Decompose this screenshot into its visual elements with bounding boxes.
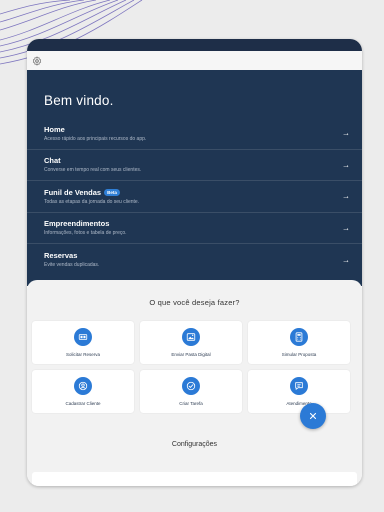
- actions-title: O que você deseja fazer?: [149, 298, 240, 307]
- menu-item-title: Funil de Vendas: [44, 187, 102, 197]
- close-icon: [309, 412, 317, 420]
- chat-icon: [290, 377, 308, 395]
- cadastrar-cliente-button[interactable]: Cadastrar Cliente: [32, 370, 134, 413]
- menu-item-title: Empreendimentos: [44, 219, 110, 229]
- card-label: Cadastrar Cliente: [65, 401, 101, 406]
- arrow-right-icon: →: [342, 255, 350, 265]
- config-title: Configurações: [171, 441, 218, 448]
- card-label: Solicitar Reserva: [65, 352, 100, 357]
- calculator-icon: [290, 328, 308, 346]
- menu-item-chat[interactable]: Chat Converse em tempo real com seus cli…: [27, 150, 362, 181]
- arrow-right-icon: →: [342, 191, 350, 201]
- menu-item-reservas[interactable]: Reservas Evite vendas duplicadas. →: [27, 244, 362, 276]
- simular-proposta-button[interactable]: Simular Proposta: [248, 321, 350, 364]
- actions-grid: Solicitar Reserva Enviar Pasta Digital S…: [27, 321, 362, 413]
- config-panel: [32, 472, 357, 486]
- welcome-panel: Bem vindo. Home Acesso rápido aos princi…: [27, 70, 362, 286]
- menu-item-description: Acesso rápido aos principais recursos do…: [44, 135, 147, 142]
- check-circle-icon: [182, 377, 200, 395]
- menu-item-description: Todas as etapas da jornada do seu client…: [44, 198, 140, 205]
- menu-item-title: Reservas: [44, 251, 78, 261]
- solicitar-reserva-button[interactable]: Solicitar Reserva: [32, 321, 134, 364]
- welcome-title: Bem vindo.: [44, 93, 114, 108]
- status-bar: [27, 39, 362, 51]
- gear-icon[interactable]: [32, 56, 42, 66]
- app-bar: [27, 51, 362, 70]
- folder-image-icon: [182, 328, 200, 346]
- arrow-right-icon: →: [342, 160, 350, 170]
- criar-tarefa-button[interactable]: Criar Tarefa: [140, 370, 242, 413]
- menu-item-title: Chat: [44, 156, 61, 166]
- menu-item-description: Evite vendas duplicadas.: [44, 262, 100, 269]
- card-label: Enviar Pasta Digital: [171, 352, 211, 357]
- menu-item-description: Converse em tempo real com seus clientes…: [44, 167, 142, 174]
- arrow-right-icon: →: [342, 128, 350, 138]
- menu-item-home[interactable]: Home Acesso rápido aos principais recurs…: [27, 118, 362, 150]
- arrow-right-icon: →: [342, 223, 350, 233]
- menu-item-description: Informações, fotos e tabela de preço.: [44, 230, 127, 237]
- close-button[interactable]: [300, 403, 326, 429]
- card-label: Criar Tarefa: [179, 401, 203, 406]
- beta-badge: Beta: [104, 188, 120, 196]
- menu-item-title: Home: [44, 124, 65, 134]
- reservation-icon: [74, 328, 92, 346]
- menu-item-funil-de-vendas[interactable]: Funil de Vendas Beta Todas as etapas da …: [27, 181, 362, 213]
- user-add-icon: [74, 377, 92, 395]
- enviar-pasta-digital-button[interactable]: Enviar Pasta Digital: [140, 321, 242, 364]
- atendimento-button[interactable]: Atendimento: [248, 370, 350, 413]
- actions-sheet: O que você deseja fazer? Solicitar Reser…: [27, 280, 362, 486]
- card-label: Simular Proposta: [281, 352, 317, 357]
- menu-item-empreendimentos[interactable]: Empreendimentos Informações, fotos e tab…: [27, 213, 362, 244]
